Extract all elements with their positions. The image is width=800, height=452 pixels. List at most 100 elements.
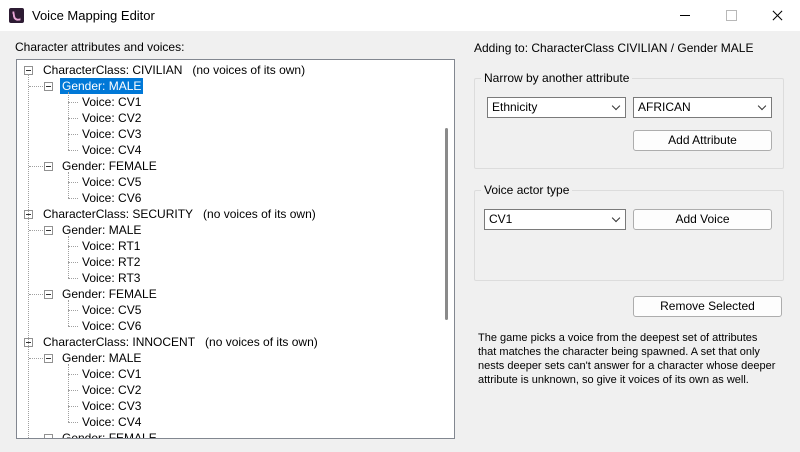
- remove-selected-button[interactable]: Remove Selected: [633, 296, 782, 317]
- tree-item-gender[interactable]: Gender: MALE: [60, 350, 143, 366]
- tree-connector: [68, 198, 78, 199]
- tree-item-voice[interactable]: Voice: RT1: [80, 238, 142, 254]
- tree-item-note: (no voices of its own): [192, 63, 306, 77]
- tree-item-gender[interactable]: Gender: FEMALE: [60, 430, 159, 439]
- tree-connector: [29, 438, 43, 439]
- tree-item-class[interactable]: CharacterClass: INNOCENT (no voices of it…: [41, 334, 318, 350]
- tree-item-voice[interactable]: Voice: CV5: [80, 174, 143, 190]
- tree-item-voice[interactable]: Voice: CV3: [80, 126, 143, 142]
- tree-item-label: Gender: FEMALE: [62, 431, 157, 439]
- tree-item-voice[interactable]: Voice: RT3: [80, 270, 142, 286]
- attribute-tree[interactable]: CharacterClass: CIVILIAN (no voices of it…: [16, 59, 455, 439]
- tree-item-voice[interactable]: Voice: CV6: [80, 318, 143, 334]
- collapse-icon[interactable]: [44, 434, 53, 438]
- tree-connector: [68, 102, 78, 103]
- voice-actor-group: Voice actor type CV1 Add Voice: [474, 183, 784, 281]
- collapse-icon[interactable]: [44, 354, 53, 363]
- tree-connector: [68, 310, 78, 311]
- tree-item-label: CharacterClass: INNOCENT: [43, 335, 196, 349]
- tree-item-label: Voice: CV4: [82, 143, 142, 157]
- tree-item-label: Voice: RT1: [82, 239, 141, 253]
- chevron-down-icon: [757, 101, 767, 111]
- narrow-attribute-group: Narrow by another attribute Ethnicity AF…: [474, 71, 784, 169]
- tree-connector: [68, 150, 78, 151]
- tree-connector: [68, 118, 78, 119]
- voice-actor-select[interactable]: CV1: [484, 209, 626, 230]
- tree-item-label: Voice: CV4: [82, 415, 142, 429]
- tree-connector: [68, 262, 78, 263]
- app-icon: [9, 8, 24, 23]
- tree-item-gender[interactable]: Gender: MALE: [60, 222, 143, 238]
- tree-connector: [29, 230, 43, 231]
- collapse-icon[interactable]: [44, 82, 53, 91]
- tree-connector: [68, 134, 78, 135]
- tree-item-label: Gender: FEMALE: [62, 159, 157, 173]
- minimize-button[interactable]: [662, 0, 708, 31]
- tree-item-label: Voice: CV1: [82, 95, 142, 109]
- tree-connector: [68, 92, 69, 150]
- voice-group-title: Voice actor type: [481, 183, 573, 197]
- tree-item-label: Voice: CV5: [82, 303, 142, 317]
- title-bar: Voice Mapping Editor: [0, 0, 800, 31]
- tree-item-label: Voice: CV6: [82, 319, 142, 333]
- tree-connector: [68, 422, 78, 423]
- tree-item-gender[interactable]: Gender: FEMALE: [60, 286, 159, 302]
- adding-to-label: Adding to: CharacterClass CIVILIAN / Gen…: [474, 41, 754, 55]
- tree-item-gender[interactable]: Gender: FEMALE: [60, 158, 159, 174]
- attribute-value-select[interactable]: AFRICAN: [633, 97, 772, 118]
- tree-item-class[interactable]: CharacterClass: SECURITY (no voices of it…: [41, 206, 316, 222]
- tree-item-label: Voice: RT2: [82, 255, 141, 269]
- tree-connector: [68, 374, 78, 375]
- tree-connector: [68, 300, 69, 326]
- tree-connector: [29, 86, 43, 87]
- tree-item-label: Gender: MALE: [62, 351, 142, 365]
- collapse-icon[interactable]: [44, 290, 53, 299]
- tree-item-voice[interactable]: Voice: CV1: [80, 366, 143, 382]
- tree-item-voice[interactable]: Voice: CV4: [80, 414, 143, 430]
- tree-item-voice[interactable]: Voice: CV5: [80, 302, 143, 318]
- tree-item-voice[interactable]: Voice: CV2: [80, 110, 143, 126]
- narrow-group-title: Narrow by another attribute: [481, 71, 633, 85]
- tree-item-label: Voice: CV5: [82, 175, 142, 189]
- tree-item-label: CharacterClass: SECURITY: [43, 207, 194, 221]
- tree-item-label: Voice: CV2: [82, 111, 142, 125]
- tree-item-label: Gender: MALE: [60, 78, 144, 94]
- tree-connector: [68, 246, 78, 247]
- close-button[interactable]: [754, 0, 800, 31]
- tree-connector: [68, 172, 69, 198]
- tree-item-label: Voice: CV1: [82, 367, 142, 381]
- voice-actor-select-value: CV1: [489, 212, 513, 226]
- tree-item-label: Gender: MALE: [62, 223, 142, 237]
- tree-item-voice[interactable]: Voice: RT2: [80, 254, 142, 270]
- window-title: Voice Mapping Editor: [32, 8, 155, 23]
- attribute-value-select-value: AFRICAN: [638, 100, 691, 114]
- tree-item-note: (no voices of its own): [205, 335, 318, 349]
- tree-connector: [68, 390, 78, 391]
- chevron-down-icon: [611, 213, 621, 223]
- tree-item-label: CharacterClass: CIVILIAN: [43, 63, 183, 77]
- tree-item-class[interactable]: CharacterClass: CIVILIAN (no voices of it…: [41, 62, 305, 78]
- attribute-select[interactable]: Ethnicity: [487, 97, 626, 118]
- maximize-button[interactable]: [708, 0, 754, 31]
- tree-item-note: (no voices of its own): [203, 207, 316, 221]
- tree-item-voice[interactable]: Voice: CV4: [80, 142, 143, 158]
- tree-connector: [68, 182, 78, 183]
- add-voice-button[interactable]: Add Voice: [633, 209, 772, 230]
- tree-connector: [29, 166, 43, 167]
- tree-item-voice[interactable]: Voice: CV3: [80, 398, 143, 414]
- tree-item-voice[interactable]: Voice: CV2: [80, 382, 143, 398]
- collapse-icon[interactable]: [44, 226, 53, 235]
- tree-connector: [68, 326, 78, 327]
- tree-item-voice[interactable]: Voice: CV1: [80, 94, 143, 110]
- collapse-icon[interactable]: [44, 162, 53, 171]
- help-text: The game picks a voice from the deepest …: [478, 332, 776, 386]
- tree-item-gender[interactable]: Gender: MALE: [60, 78, 144, 94]
- tree-connector: [28, 74, 29, 438]
- add-attribute-button[interactable]: Add Attribute: [633, 130, 772, 151]
- attribute-select-value: Ethnicity: [492, 100, 538, 114]
- tree-item-label: Gender: FEMALE: [62, 287, 157, 301]
- tree-scrollbar-thumb[interactable]: [445, 128, 448, 320]
- tree-item-voice[interactable]: Voice: CV6: [80, 190, 143, 206]
- tree-item-label: Voice: CV6: [82, 191, 142, 205]
- tree-item-label: Voice: CV3: [82, 399, 142, 413]
